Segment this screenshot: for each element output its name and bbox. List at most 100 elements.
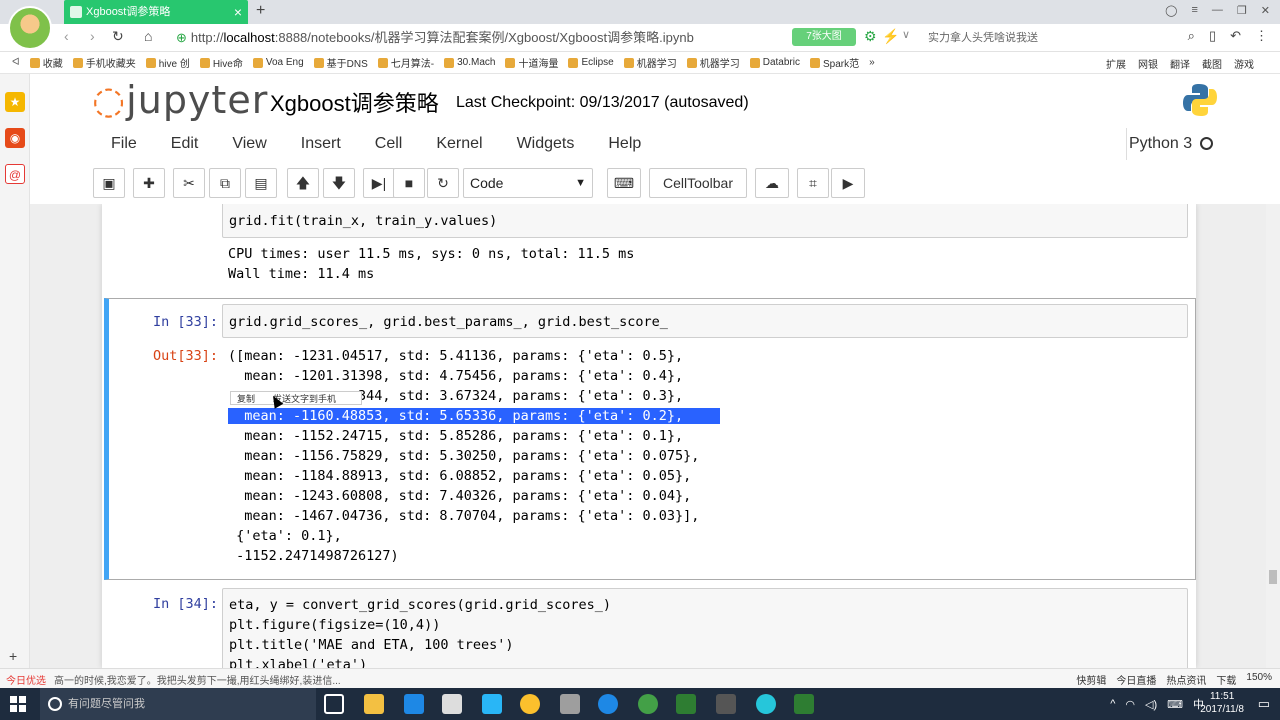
code-input[interactable]: eta, y = convert_grid_scores(grid.grid_s…: [222, 588, 1188, 668]
menu-cell[interactable]: Cell: [375, 135, 403, 153]
task-view-icon[interactable]: [324, 694, 344, 714]
jupyter-logo[interactable]: ◌jupyter: [92, 78, 268, 122]
editor-icon[interactable]: [794, 694, 814, 714]
weibo-icon[interactable]: ◉: [5, 128, 25, 148]
bookmark-item[interactable]: 十道海量: [505, 55, 558, 70]
browser-icon[interactable]: [598, 694, 618, 714]
menu-view[interactable]: View: [232, 135, 266, 153]
pycharm-icon[interactable]: [676, 694, 696, 714]
cut-button[interactable]: ✂: [173, 168, 205, 198]
reload-icon[interactable]: ↻: [112, 28, 124, 45]
undo-icon[interactable]: ↶: [1230, 28, 1241, 44]
live-button[interactable]: 今日直播: [1116, 672, 1156, 687]
translate-button[interactable]: 翻译: [1170, 56, 1190, 71]
quick-edit-button[interactable]: 快剪辑: [1076, 672, 1106, 687]
hot-news-button[interactable]: 热点资讯: [1166, 672, 1206, 687]
paste-button[interactable]: ▤: [245, 168, 277, 198]
new-tab-icon[interactable]: +: [256, 2, 265, 20]
menu-kernel[interactable]: Kernel: [436, 135, 482, 153]
scrollbar-thumb[interactable]: [1269, 570, 1277, 584]
vertical-scrollbar[interactable]: [1266, 204, 1280, 668]
search-icon[interactable]: ⌕: [1188, 28, 1195, 44]
app-icon[interactable]: [482, 694, 502, 714]
app-icon[interactable]: [756, 694, 776, 714]
move-down-button[interactable]: 🡇: [323, 168, 355, 198]
upload-button[interactable]: ☁: [755, 168, 789, 198]
notebook-title[interactable]: Xgboost调参策略: [270, 86, 439, 118]
news-ticker[interactable]: 高一的时候,我恋爱了。我把头发剪下一撮,用红头绳绑好,装进信...: [54, 672, 341, 687]
phone-icon[interactable]: ▯: [1209, 28, 1216, 44]
games-button[interactable]: 游戏: [1234, 56, 1254, 71]
output-line-selected[interactable]: mean: -1160.48853, std: 5.65336, params:…: [228, 408, 720, 424]
downloads-button[interactable]: 下载: [1216, 672, 1236, 687]
app-icon[interactable]: [560, 694, 580, 714]
menu-icon[interactable]: ≡: [1191, 4, 1197, 17]
code-input[interactable]: grid.fit(train_x, train_y.values): [222, 204, 1188, 238]
screenshot-button[interactable]: 截图: [1202, 56, 1222, 71]
extensions-button[interactable]: 扩展: [1106, 56, 1126, 71]
cortana-search-input[interactable]: 有问题尽管问我: [40, 688, 316, 720]
edge-icon[interactable]: [404, 694, 424, 714]
360-browser-icon[interactable]: [638, 694, 658, 714]
url-input[interactable]: ⊕ http://localhost:8888/notebooks/机器学习算法配…: [176, 28, 788, 48]
forward-icon[interactable]: ›: [90, 28, 95, 44]
chevron-down-icon[interactable]: ∨: [902, 28, 910, 41]
copy-button[interactable]: ⧉: [209, 168, 241, 198]
favorites-star-icon[interactable]: ★: [5, 92, 25, 112]
gear-icon[interactable]: ⚙: [864, 28, 877, 45]
bookmark-item[interactable]: Hive命: [199, 55, 243, 70]
lightning-icon[interactable]: ⚡: [882, 28, 899, 45]
minimize-icon[interactable]: —: [1212, 4, 1223, 17]
cell-type-select[interactable]: Code ▼: [463, 168, 593, 198]
bookmarks-more-button[interactable]: »: [869, 57, 875, 68]
bookmark-item[interactable]: 基于DNS: [313, 55, 368, 70]
bookmark-item[interactable]: 30.Mach: [444, 57, 495, 68]
user-avatar[interactable]: [8, 6, 52, 50]
bookmark-item[interactable]: 七月算法-: [377, 55, 434, 70]
store-icon[interactable]: [442, 694, 462, 714]
bank-button[interactable]: 网银: [1138, 56, 1158, 71]
bookmark-item[interactable]: Voa Eng: [252, 57, 304, 68]
more-icon[interactable]: ⋮: [1255, 28, 1268, 44]
daily-picks-link[interactable]: 今日优选: [6, 672, 46, 687]
add-sidebar-icon[interactable]: +: [9, 648, 17, 664]
mail-icon[interactable]: @: [5, 164, 25, 184]
network-icon[interactable]: ◠: [1125, 698, 1135, 711]
bookmark-item[interactable]: hive 创: [145, 55, 190, 70]
code-input[interactable]: grid.grid_scores_, grid.best_params_, gr…: [222, 304, 1188, 338]
zoom-level[interactable]: 150%: [1246, 672, 1272, 687]
bookmark-item[interactable]: Databric: [749, 57, 800, 68]
tab-xgboost[interactable]: Xgboost调参策略 ×: [64, 0, 248, 24]
clock[interactable]: 11:51 2017/11/8: [1200, 690, 1244, 716]
search-input[interactable]: 实力拿人头凭啥说我送: [928, 29, 1148, 47]
bookmark-item[interactable]: Spark范: [809, 55, 859, 70]
volume-icon[interactable]: ◁): [1145, 698, 1157, 711]
run-button[interactable]: ▶|: [363, 168, 395, 198]
maximize-icon[interactable]: ❐: [1237, 4, 1247, 17]
notification-icon[interactable]: ▭: [1258, 696, 1270, 712]
interrupt-button[interactable]: ■: [393, 168, 425, 198]
close-window-icon[interactable]: ✕: [1261, 4, 1270, 17]
save-button[interactable]: ▣: [93, 168, 125, 198]
menu-edit[interactable]: Edit: [171, 135, 199, 153]
move-up-button[interactable]: 🡅: [287, 168, 319, 198]
show-hidden-icon[interactable]: ^: [1110, 698, 1115, 710]
chrome-icon[interactable]: [520, 694, 540, 714]
copy-menu-item[interactable]: 复制: [237, 392, 255, 405]
keyboard-icon[interactable]: ⌨: [1167, 698, 1183, 711]
menu-help[interactable]: Help: [608, 135, 641, 153]
celltoolbar-button[interactable]: CellToolbar: [649, 168, 747, 198]
gift-button[interactable]: ⌗: [797, 168, 829, 198]
back-icon[interactable]: ‹: [64, 28, 69, 44]
restart-button[interactable]: ↻: [427, 168, 459, 198]
home-icon[interactable]: ⌂: [144, 28, 152, 44]
skin-icon[interactable]: ◯: [1165, 4, 1177, 17]
close-tab-icon[interactable]: ×: [234, 0, 242, 24]
terminal-icon[interactable]: [716, 694, 736, 714]
bookmark-item[interactable]: 机器学习: [686, 55, 740, 70]
bookmark-item[interactable]: Eclipse: [568, 57, 614, 68]
insert-cell-button[interactable]: ✚: [133, 168, 165, 198]
extension-button[interactable]: 7张大图: [792, 28, 856, 46]
menu-widgets[interactable]: Widgets: [517, 135, 575, 153]
windows-start-icon[interactable]: [10, 696, 26, 712]
